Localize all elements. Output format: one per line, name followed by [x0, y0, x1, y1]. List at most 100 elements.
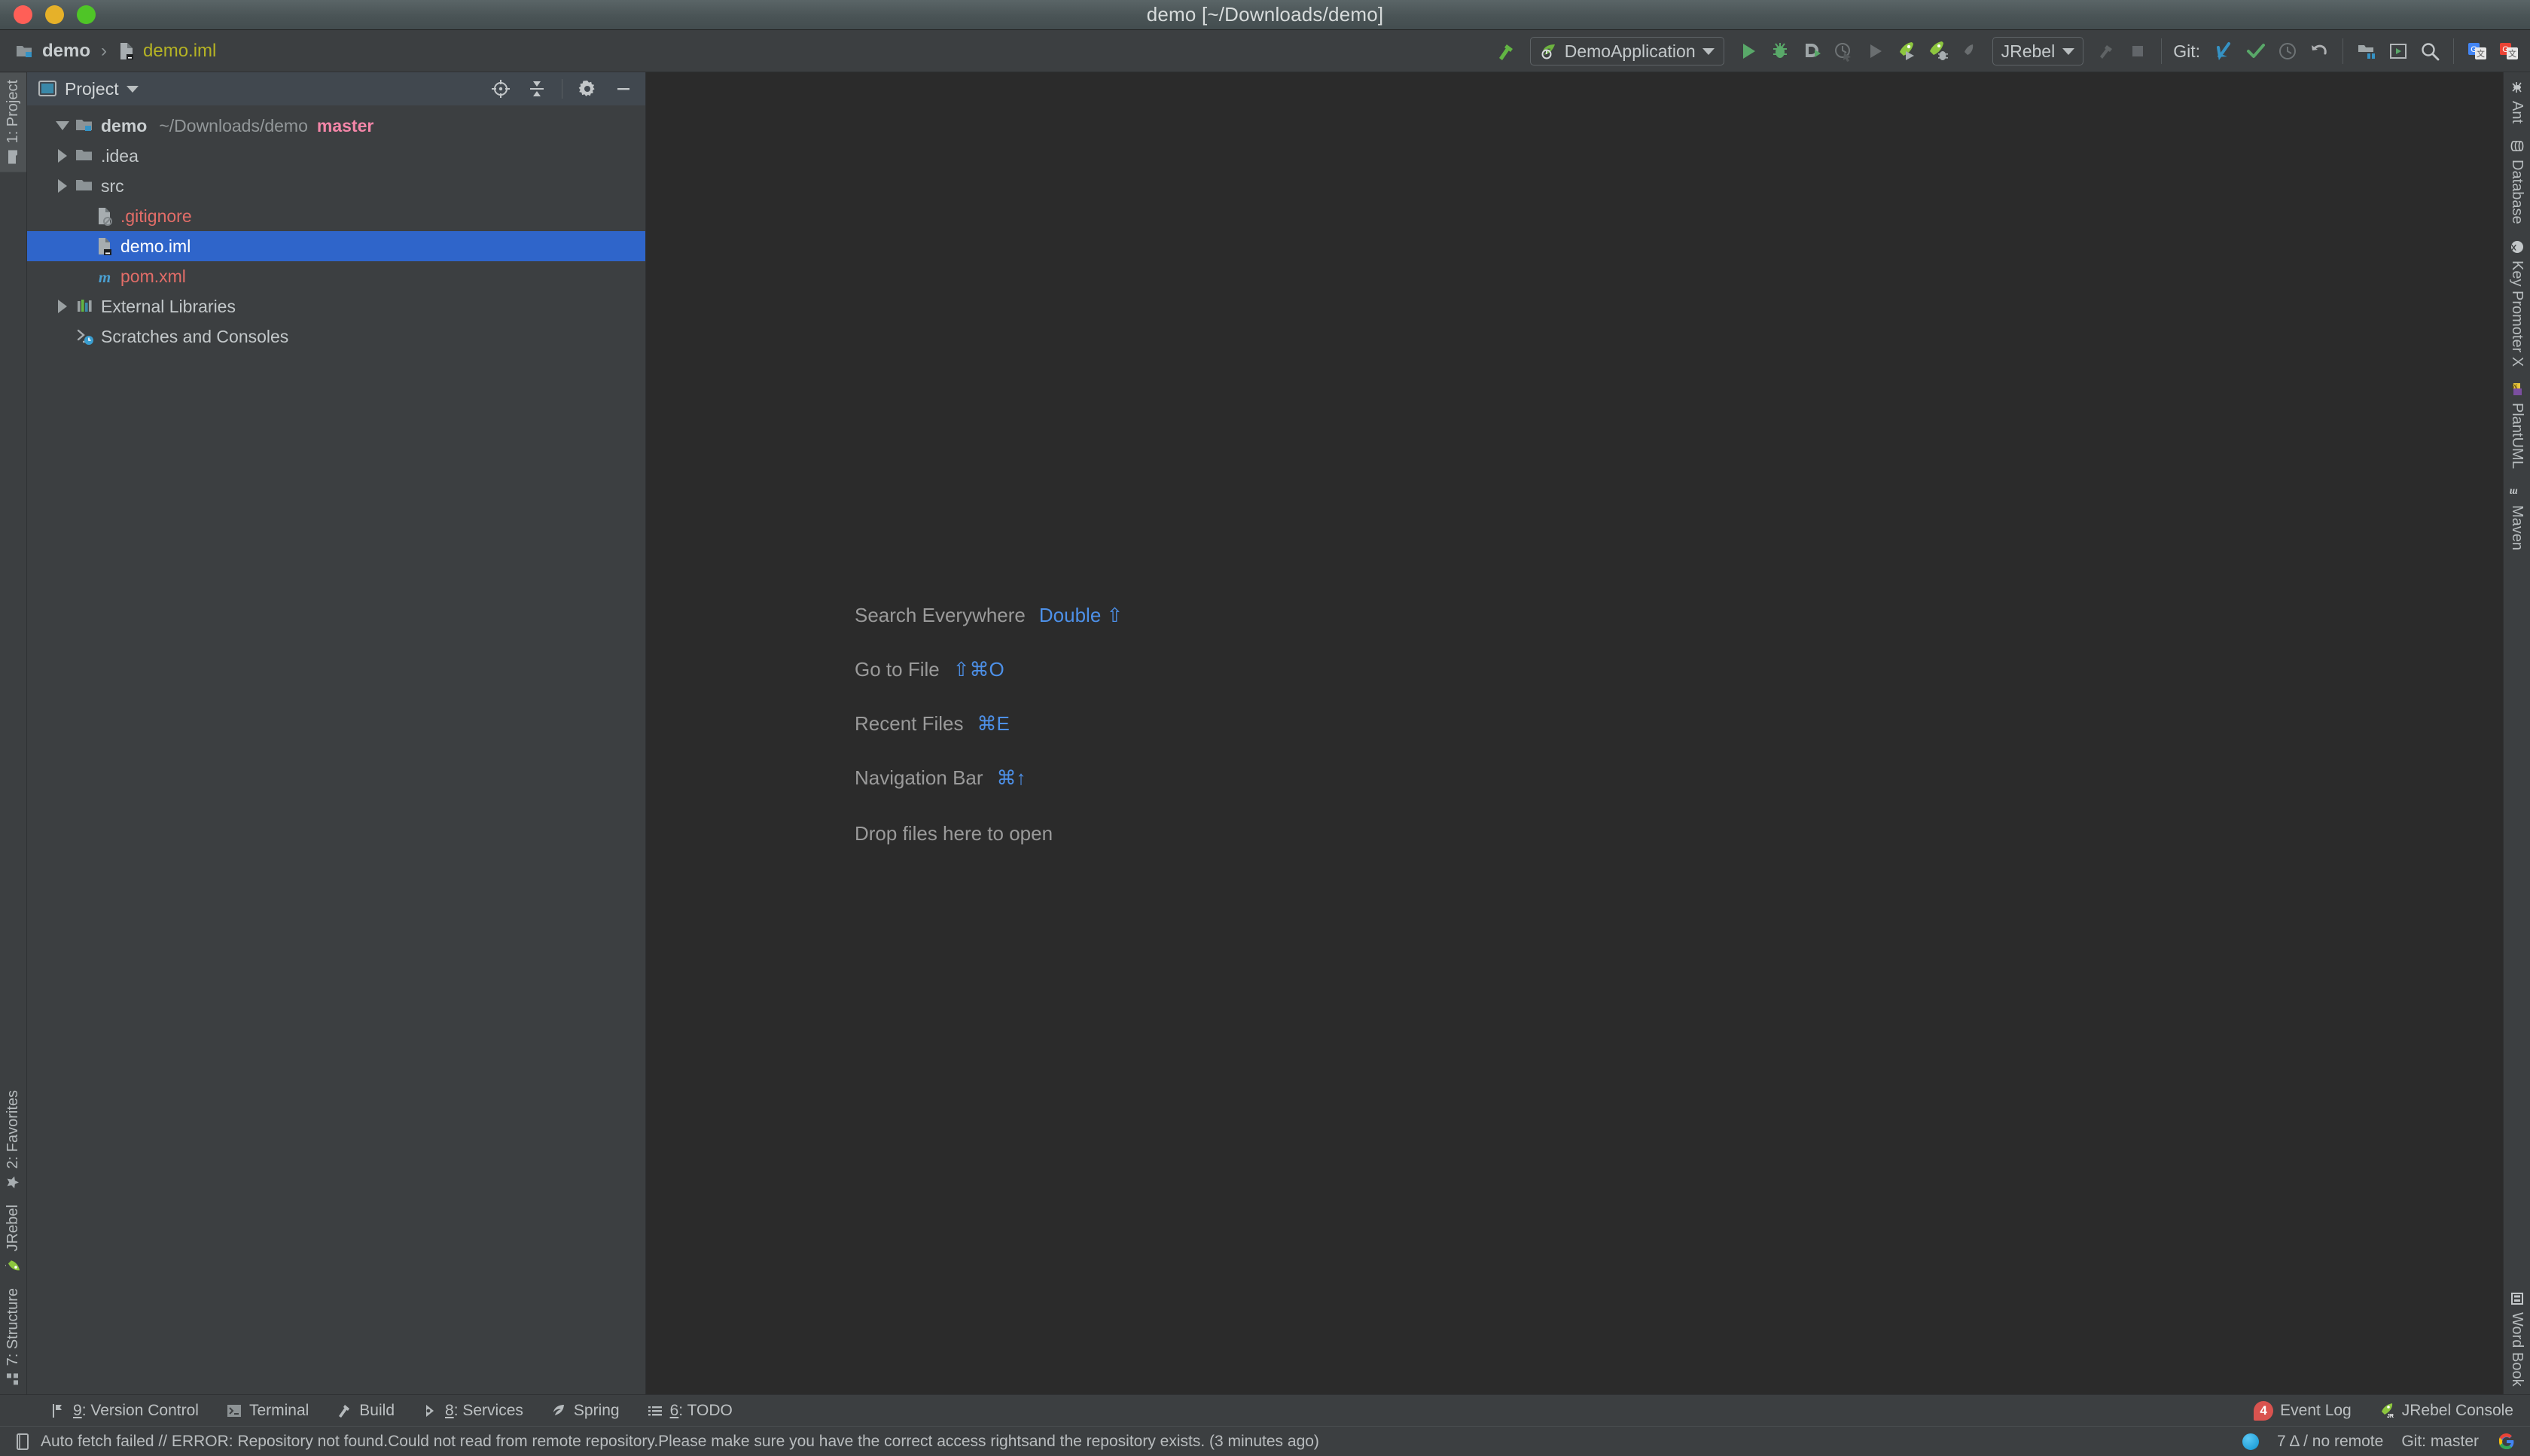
sidebar-item-key-promoter-x-label: Key Promoter X: [2508, 260, 2525, 367]
hint-drop-files: Drop files here to open: [855, 822, 1123, 845]
sidebar-item-structure[interactable]: 7: Structure: [0, 1281, 26, 1394]
jrebel-console-button[interactable]: JR JRebel Console: [2377, 1402, 2513, 1420]
event-log-button[interactable]: 4 Event Log: [2254, 1401, 2352, 1421]
tree-row-scratches[interactable]: Scratches and Consoles: [27, 321, 645, 352]
hint-shortcut: ⌘E: [977, 712, 1010, 736]
tree-row-src[interactable]: src: [27, 171, 645, 201]
bottom-tab-terminal[interactable]: Terminal: [226, 1402, 309, 1420]
git-history-button[interactable]: [2272, 35, 2303, 68]
tree-label-idea: .idea: [101, 146, 139, 166]
sidebar-item-structure-label: 7: Structure: [5, 1288, 22, 1366]
chevron-down-icon: [1702, 48, 1715, 55]
sidebar-item-ant-label: Ant: [2508, 101, 2525, 123]
tree-row-demo[interactable]: demo ~/Downloads/demo master: [27, 111, 645, 141]
event-log-badge: 4: [2254, 1401, 2273, 1421]
sidebar-item-word-book[interactable]: Word Book: [2504, 1284, 2530, 1394]
tree-row-gitignore[interactable]: .gitignore: [27, 201, 645, 231]
run-anything-button[interactable]: [2383, 35, 2413, 68]
hide-button[interactable]: [612, 78, 635, 100]
bottom-tab-number: 8: [445, 1402, 454, 1419]
sidebar-item-maven[interactable]: m Maven: [2504, 477, 2530, 558]
bottom-tab-text: : TODO: [678, 1402, 733, 1419]
chevron-collapsed-icon[interactable]: [53, 179, 72, 193]
chevron-expanded-icon[interactable]: [53, 121, 72, 130]
libraries-icon: [72, 297, 98, 316]
settings-button[interactable]: [576, 78, 599, 100]
jrebel-label: JRebel: [2001, 41, 2056, 62]
editor-area[interactable]: Search Everywhere Double ⇧ Go to File ⇧⌘…: [646, 72, 2503, 1394]
search-everywhere-button[interactable]: [2415, 35, 2445, 68]
jrebel-run-button[interactable]: [1891, 35, 1922, 68]
bottom-tab-todo[interactable]: 6: TODO: [647, 1402, 733, 1420]
tree-label-src: src: [101, 176, 124, 196]
profile-button[interactable]: [1828, 35, 1858, 68]
run-gray-button[interactable]: [1860, 35, 1890, 68]
bottom-tab-version-control[interactable]: 9: Version Control: [50, 1402, 199, 1420]
google-translate-blue-button[interactable]: G 文: [2462, 35, 2492, 68]
word-book-icon: [2510, 1291, 2525, 1306]
chevron-down-icon: [2062, 48, 2074, 55]
debug-button[interactable]: [1765, 35, 1795, 68]
chevron-collapsed-icon[interactable]: [53, 149, 72, 163]
select-opened-file-button[interactable]: [489, 78, 512, 100]
tree-row-external-libraries[interactable]: External Libraries: [27, 291, 645, 321]
collapse-all-button[interactable]: [526, 78, 548, 100]
tree-row-pom-xml[interactable]: m pom.xml: [27, 261, 645, 291]
hint-label: Search Everywhere: [855, 604, 1026, 627]
bottom-tab-services[interactable]: 8: Services: [422, 1402, 523, 1420]
sidebar-item-ant[interactable]: Ant: [2504, 72, 2530, 131]
plantuml-icon: M: [2510, 382, 2525, 397]
status-message-group[interactable]: Auto fetch failed // ERROR: Repository n…: [0, 1433, 1319, 1451]
main-toolbar: demo › demo.iml: [0, 30, 2530, 72]
chevron-down-icon[interactable]: [126, 86, 139, 93]
project-view-icon: [38, 80, 57, 98]
status-message: Auto fetch failed // ERROR: Repository n…: [41, 1433, 1319, 1451]
hint-go-to-file: Go to File ⇧⌘O: [855, 658, 1123, 712]
git-update-button[interactable]: [2209, 35, 2239, 68]
bottom-tab-spring[interactable]: Spring: [550, 1402, 620, 1420]
git-commit-button[interactable]: [2241, 35, 2271, 68]
todo-icon: [647, 1403, 663, 1419]
sidebar-item-plantuml[interactable]: M PlantUML: [2504, 374, 2530, 477]
google-translate-red-button[interactable]: G 文: [2494, 35, 2524, 68]
bottom-tab-build[interactable]: Build: [336, 1402, 395, 1420]
git-rollback-button[interactable]: [2304, 35, 2334, 68]
sidebar-item-project[interactable]: 1: Project: [0, 72, 26, 172]
sidebar-item-favorites[interactable]: 2: Favorites: [0, 1083, 26, 1197]
run-with-coverage-button[interactable]: [1797, 35, 1827, 68]
chevron-collapsed-icon[interactable]: [53, 300, 72, 313]
jrebel-debug-button[interactable]: [1923, 35, 1953, 68]
tree-row-idea[interactable]: .idea: [27, 141, 645, 171]
maven-icon: m: [2510, 484, 2525, 499]
git-branch-indicator[interactable]: Git: master: [2401, 1433, 2479, 1451]
event-log-label: Event Log: [2280, 1402, 2352, 1420]
sidebar-item-jrebel[interactable]: JR JRebel: [0, 1197, 26, 1280]
folder-icon: [72, 176, 98, 196]
google-icon[interactable]: [2497, 1432, 2516, 1451]
jrebel-build-button[interactable]: [2091, 35, 2121, 68]
document-icon: [15, 1433, 30, 1451]
intellij-window: demo [~/Downloads/demo] demo ›: [0, 0, 2530, 1456]
breadcrumb-project[interactable]: demo: [15, 41, 90, 62]
run-button[interactable]: [1733, 35, 1763, 68]
build-button[interactable]: [1491, 35, 1521, 68]
tree-branch-demo: master: [317, 116, 373, 136]
sidebar-item-key-promoter-x[interactable]: X Key Promoter X: [2504, 232, 2530, 374]
bottom-bar-right: 4 Event Log JR JRebel Console: [2254, 1401, 2513, 1421]
project-structure-button[interactable]: [2352, 35, 2382, 68]
bottom-tool-window-bar: 9: Version Control Terminal: [0, 1394, 2530, 1426]
sidebar-item-database[interactable]: Database: [2504, 131, 2530, 232]
hint-label: Go to File: [855, 658, 940, 681]
run-configuration-selector[interactable]: DemoApplication: [1530, 37, 1724, 65]
breadcrumb-file[interactable]: demo.iml: [117, 41, 216, 62]
jrebel-selector[interactable]: JRebel: [1992, 37, 2084, 65]
changes-indicator[interactable]: 7 Δ / no remote: [2277, 1433, 2383, 1451]
sidebar-item-jrebel-label: JRebel: [5, 1205, 22, 1251]
tree-row-demo-iml[interactable]: demo.iml: [27, 231, 645, 261]
key-promoter-icon: X: [2510, 239, 2525, 254]
svg-text:m: m: [2510, 486, 2517, 497]
stop-button[interactable]: [2123, 35, 2153, 68]
jrebel-gray-button[interactable]: [1955, 35, 1985, 68]
hint-shortcut: ⇧⌘O: [953, 658, 1004, 681]
hint-shortcut: Double ⇧: [1039, 604, 1123, 627]
